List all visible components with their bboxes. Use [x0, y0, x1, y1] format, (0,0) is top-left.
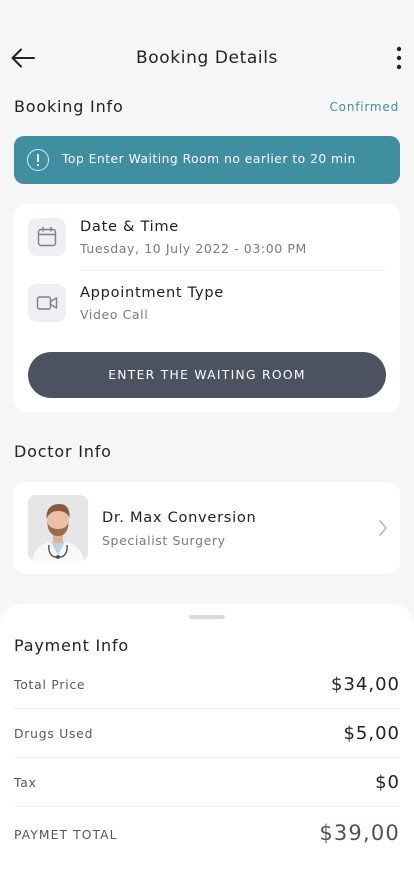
- payment-amount: $5,00: [343, 723, 400, 744]
- status-badge: Confirmed: [329, 100, 399, 114]
- more-vertical-icon: [396, 46, 402, 70]
- payment-sheet: Payment Info Total Price $34,00 Drugs Us…: [0, 604, 414, 896]
- appointment-type-label: Appointment Type: [80, 284, 224, 301]
- payment-total-label: PAYMET TOTAL: [14, 828, 118, 842]
- payment-row-total-price: Total Price $34,00: [14, 660, 400, 709]
- alert-text: Top Enter Waiting Room no earlier to 20 …: [62, 152, 356, 166]
- payment-total-amount: $39,00: [319, 821, 400, 845]
- doctor-avatar: [28, 495, 88, 561]
- payment-amount: $34,00: [331, 674, 400, 695]
- enter-waiting-room-button[interactable]: ENTER THE WAITING ROOM: [28, 352, 386, 398]
- more-options-button[interactable]: [394, 45, 404, 71]
- video-icon-box: [28, 284, 66, 322]
- alert-circle-icon: [27, 149, 49, 171]
- sheet-handle[interactable]: [189, 615, 225, 619]
- row-divider: [80, 270, 386, 271]
- doctor-card[interactable]: Dr. Max Conversion Specialist Surgery: [14, 482, 400, 574]
- payment-label: Drugs Used: [14, 727, 94, 741]
- doctor-specialty: Specialist Surgery: [102, 533, 226, 548]
- calendar-icon: [37, 226, 57, 247]
- appointment-type-row: Appointment Type Video Call: [14, 284, 400, 346]
- appointment-type-value: Video Call: [80, 307, 149, 322]
- video-camera-icon: [36, 296, 58, 310]
- payment-label: Tax: [14, 776, 37, 790]
- calendar-icon-box: [28, 218, 66, 256]
- date-time-label: Date & Time: [80, 218, 179, 235]
- chevron-right-icon: [379, 520, 387, 536]
- app-header: Booking Details: [0, 40, 414, 76]
- payment-row-drugs-used: Drugs Used $5,00: [14, 709, 400, 758]
- booking-info-title: Booking Info: [14, 97, 124, 116]
- page-title: Booking Details: [136, 48, 278, 68]
- doctor-info-title: Doctor Info: [14, 442, 112, 461]
- payment-info-title: Payment Info: [14, 636, 130, 655]
- payment-row-tax: Tax $0: [14, 758, 400, 807]
- date-time-value: Tuesday, 10 July 2022 - 03:00 PM: [80, 241, 307, 256]
- doctor-name: Dr. Max Conversion: [102, 509, 257, 526]
- waiting-room-alert: Top Enter Waiting Room no earlier to 20 …: [14, 136, 400, 184]
- payment-row-total: PAYMET TOTAL $39,00: [14, 807, 400, 863]
- booking-details-screen: Booking Details Booking Info Confirmed T…: [0, 0, 414, 896]
- booking-card: Date & Time Tuesday, 10 July 2022 - 03:0…: [14, 204, 400, 412]
- payment-amount: $0: [375, 772, 400, 793]
- payment-label: Total Price: [14, 678, 86, 692]
